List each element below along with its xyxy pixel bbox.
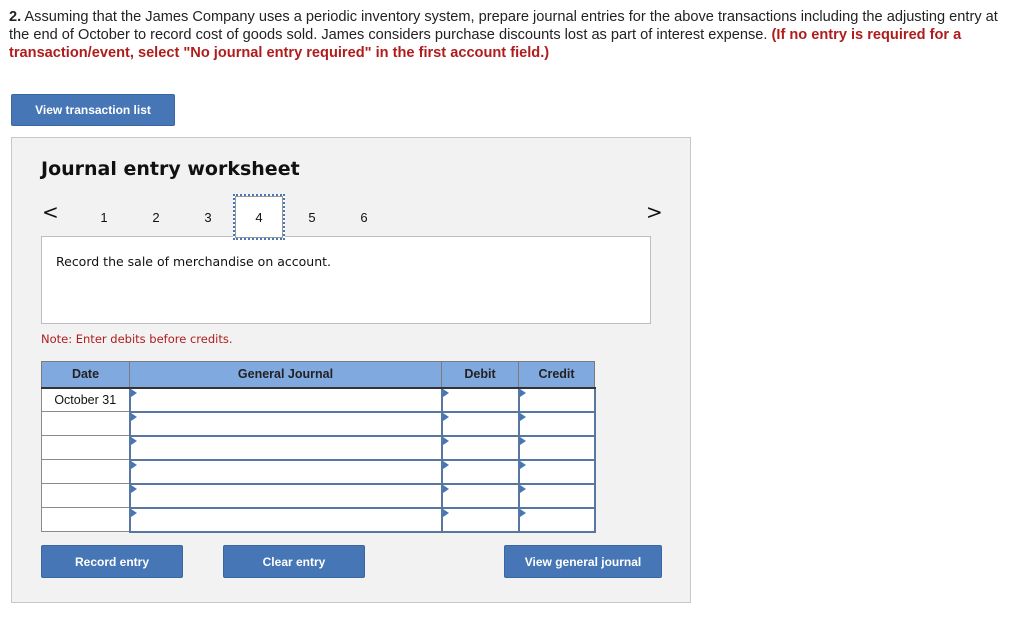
page-tab-3[interactable]: 3 [182,196,234,238]
debit-input[interactable] [440,386,520,413]
account-select[interactable] [128,410,443,437]
date-cell[interactable] [41,483,130,508]
worksheet-pager: < 1 2 3 4 5 6 > [12,194,692,240]
date-cell[interactable] [41,435,130,460]
page-tab-2[interactable]: 2 [130,196,182,238]
page-tab-6[interactable]: 6 [338,196,390,238]
journal-entry-table: Date General Journal Debit Credit Octobe… [41,361,596,533]
account-select[interactable] [128,386,443,413]
page-tab-5[interactable]: 5 [286,196,338,238]
chevron-right-icon[interactable]: > [646,200,663,224]
header-general-journal: General Journal [129,361,442,389]
date-cell[interactable] [41,459,130,484]
table-row [41,458,596,485]
chevron-left-icon[interactable]: < [42,200,59,224]
page-tab-1[interactable]: 1 [78,196,130,238]
debit-input[interactable] [440,410,520,437]
table-row [41,506,596,533]
view-general-journal-button[interactable]: View general journal [504,545,662,578]
page-tab-4-active[interactable]: 4 [233,194,285,240]
table-row: October 31 [41,386,596,413]
clear-entry-button[interactable]: Clear entry [223,545,365,578]
date-cell[interactable] [41,411,130,436]
credit-input[interactable] [517,506,596,533]
account-select[interactable] [128,458,443,485]
account-select[interactable] [128,434,443,461]
question-text: 2. Assuming that the James Company uses … [9,8,1009,62]
header-date: Date [41,361,130,389]
table-row [41,482,596,509]
debit-input[interactable] [440,506,520,533]
date-cell[interactable]: October 31 [41,387,130,412]
table-header-row: Date General Journal Debit Credit [41,361,595,389]
table-row [41,434,596,461]
account-select[interactable] [128,482,443,509]
credit-input[interactable] [517,434,596,461]
date-cell[interactable] [41,507,130,532]
record-entry-button[interactable]: Record entry [41,545,183,578]
credit-input[interactable] [517,410,596,437]
header-credit: Credit [518,361,595,389]
view-transaction-list-button[interactable]: View transaction list [11,94,175,126]
debit-input[interactable] [440,434,520,461]
debit-input[interactable] [440,482,520,509]
header-debit: Debit [441,361,519,389]
question-number: 2. [9,9,22,25]
transaction-description-box: Record the sale of merchandise on accoun… [41,236,651,324]
worksheet-title: Journal entry worksheet [41,158,300,180]
credit-input[interactable] [517,386,596,413]
account-select[interactable] [128,506,443,533]
table-row [41,410,596,437]
journal-entry-worksheet-panel: Journal entry worksheet < 1 2 3 4 5 6 > … [11,137,691,603]
credit-input[interactable] [517,482,596,509]
debit-input[interactable] [440,458,520,485]
debits-credits-note: Note: Enter debits before credits. [41,332,233,346]
transaction-description: Record the sale of merchandise on accoun… [56,254,331,269]
credit-input[interactable] [517,458,596,485]
